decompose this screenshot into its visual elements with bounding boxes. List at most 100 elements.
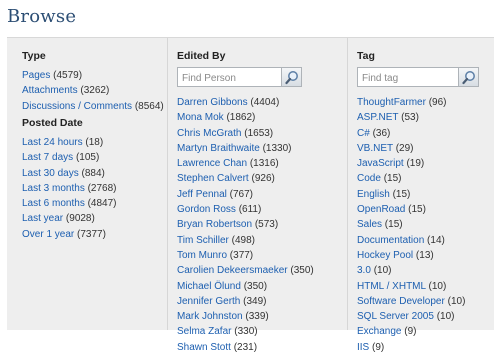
type-filter-item-link[interactable]: Attachments — [22, 85, 78, 96]
person-filter-item-link[interactable]: Michael Ölund — [177, 281, 241, 292]
person-filter-item-link[interactable]: Mona Mok — [177, 112, 224, 123]
person-filter-item: Mona Mok (1862) — [177, 110, 314, 125]
date-filter-item-count: (884) — [81, 167, 105, 179]
tag-list: ThoughtFarmer (96) ASP.NET (53) C# (36) VB.… — [357, 95, 465, 355]
tag-filter-item-link[interactable]: Documentation — [357, 235, 424, 246]
find-person-field — [177, 67, 283, 88]
date-filter-item: Last 7 days (105) — [22, 150, 117, 165]
tag-filter-item: Documentation (14) — [357, 233, 465, 248]
person-filter-item-link[interactable]: Lawrence Chan — [177, 158, 247, 169]
tag-filter-item-count: (53) — [401, 112, 419, 124]
tag-filter-item-link[interactable]: OpenRoad — [357, 204, 405, 215]
tag-filter-item-count: (15) — [383, 173, 402, 185]
type-filter-item: Attachments (3262) — [22, 83, 164, 98]
person-filter-item: Tom Munro (377) — [177, 248, 314, 263]
person-filter-item-link[interactable]: Stephen Calvert — [177, 173, 249, 184]
person-filter-item-link[interactable]: Bryan Robertson — [177, 219, 252, 230]
tag-filter-item-count: (10) — [373, 265, 392, 277]
date-filter-item-link[interactable]: Last 3 months — [22, 183, 85, 194]
person-filter-item-link[interactable]: Jennifer Gerth — [177, 296, 240, 307]
tag-filter-item-link[interactable]: Hockey Pool — [357, 250, 413, 261]
date-filter-item-link[interactable]: Last year — [22, 213, 63, 224]
date-filter-item-link[interactable]: Last 24 hours — [22, 137, 83, 148]
tag-filter-item-link[interactable]: JavaScript — [357, 158, 404, 169]
date-filter-item-link[interactable]: Last 30 days — [22, 168, 79, 179]
tag-filter-item-link[interactable]: C# — [357, 128, 370, 139]
type-header: Type — [22, 50, 46, 62]
person-filter-item: Selma Zafar (330) — [177, 324, 314, 339]
person-filter-item: Chris McGrath (1653) — [177, 126, 314, 141]
person-filter-item-count: (4404) — [250, 97, 280, 108]
type-filter-item: Pages (4579) — [22, 68, 164, 83]
person-filter-item: Carolien Dekeersmaeker (350) — [177, 263, 314, 278]
tag-filter-item-link[interactable]: English — [357, 189, 390, 200]
person-filter-item-count: (1862) — [226, 112, 256, 124]
person-filter-item-link[interactable]: Gordon Ross — [177, 204, 236, 215]
date-filter-item-count: (18) — [85, 137, 104, 148]
tag-filter-item: English (15) — [357, 187, 465, 202]
person-filter-item: Mark Johnston (339) — [177, 309, 314, 324]
type-filter-item-link[interactable]: Discussions / Comments — [22, 101, 132, 112]
type-filter-item-link[interactable]: Pages — [22, 70, 50, 81]
person-filter-item-link[interactable]: Jeff Pennal — [177, 189, 227, 200]
tag-filter-item: VB.NET (29) — [357, 141, 465, 156]
tag-filter-item-link[interactable]: ASP.NET — [357, 112, 398, 123]
posted-date-header: Posted Date — [22, 117, 83, 129]
type-filter-item-count: (4579) — [53, 70, 83, 81]
person-filter-item: Jeff Pennal (767) — [177, 187, 314, 202]
tag-filter-item-count: (29) — [395, 142, 414, 154]
tag-filter-item-link[interactable]: Sales — [357, 219, 382, 230]
type-list: Pages (4579) Attachments (3262) Discussion… — [22, 68, 164, 114]
person-filter-item-link[interactable]: Darren Gibbons — [177, 97, 248, 108]
page-title: Browse — [7, 6, 77, 27]
tag-filter-item: Hockey Pool (13) — [357, 248, 465, 263]
tag-filter-item-count: (13) — [415, 249, 434, 261]
tag-filter-item-link[interactable]: ThoughtFarmer — [357, 97, 426, 108]
find-person-search-button[interactable] — [281, 67, 302, 87]
tag-filter-item: SQL Server 2005 (10) — [357, 309, 465, 324]
tag-filter-item-link[interactable]: 3.0 — [357, 265, 371, 276]
type-filter-item: Discussions / Comments (8564) — [22, 99, 164, 114]
date-filter-item-link[interactable]: Over 1 year — [22, 229, 74, 240]
person-filter-item-link[interactable]: Tim Schiller — [177, 235, 229, 246]
posted-date-list: Last 24 hours (18) Last 7 days (105) Last … — [22, 135, 117, 242]
tag-filter-item: Software Developer (10) — [357, 294, 465, 309]
tag-filter-item-link[interactable]: Software Developer — [357, 296, 445, 307]
person-filter-item: Shawn Stott (231) — [177, 340, 314, 355]
date-filter-item-link[interactable]: Last 7 days — [22, 152, 73, 163]
person-filter-item-count: (1330) — [262, 142, 292, 154]
person-filter-item-count: (350) — [243, 280, 268, 292]
person-filter-item-link[interactable]: Carolien Dekeersmaeker — [177, 265, 288, 276]
tag-filter-item-link[interactable]: VB.NET — [357, 143, 393, 154]
person-filter-item: Stephen Calvert (926) — [177, 171, 314, 186]
tag-filter-item-count: (19) — [406, 158, 425, 170]
date-filter-item-link[interactable]: Last 6 months — [22, 198, 85, 209]
tag-filter-item-count: (9) — [404, 326, 417, 338]
person-filter-item-link[interactable]: Selma Zafar — [177, 326, 231, 337]
find-tag-search-button[interactable] — [458, 67, 479, 87]
person-filter-item-count: (498) — [231, 234, 255, 246]
tag-filter-item: Sales (15) — [357, 217, 465, 232]
tag-filter-item-link[interactable]: SQL Server 2005 — [357, 311, 434, 322]
tag-filter-item-count: (10) — [428, 280, 447, 292]
tag-filter-item-count: (10) — [447, 295, 466, 307]
tag-filter-item: OpenRoad (15) — [357, 202, 465, 217]
person-filter-item-link[interactable]: Chris McGrath — [177, 128, 241, 139]
person-filter-item-link[interactable]: Shawn Stott — [177, 342, 231, 353]
tag-filter-item-link[interactable]: Code — [357, 173, 381, 184]
find-person-input[interactable] — [178, 69, 282, 88]
tag-filter-item-link[interactable]: IIS — [357, 342, 369, 353]
person-filter-item-link[interactable]: Mark Johnston — [177, 311, 243, 322]
person-filter-item-link[interactable]: Tom Munro — [177, 250, 227, 261]
date-filter-item-count: (4847) — [87, 198, 117, 210]
magnifier-icon — [462, 71, 475, 85]
tag-filter-item-link[interactable]: HTML / XHTML — [357, 281, 426, 292]
person-filter-item-link[interactable]: Martyn Braithwaite — [177, 143, 260, 154]
person-filter-item-count: (349) — [243, 295, 267, 307]
browse-panel: Type Pages (4579) Attachments (3262) Discu… — [7, 37, 494, 353]
find-tag-input[interactable] — [358, 69, 459, 88]
type-filter-item-count: (8564) — [134, 100, 164, 112]
date-filter-item: Last 24 hours (18) — [22, 135, 117, 150]
tag-filter-item-link[interactable]: Exchange — [357, 326, 401, 337]
tag-filter-item: 3.0 (10) — [357, 263, 465, 278]
